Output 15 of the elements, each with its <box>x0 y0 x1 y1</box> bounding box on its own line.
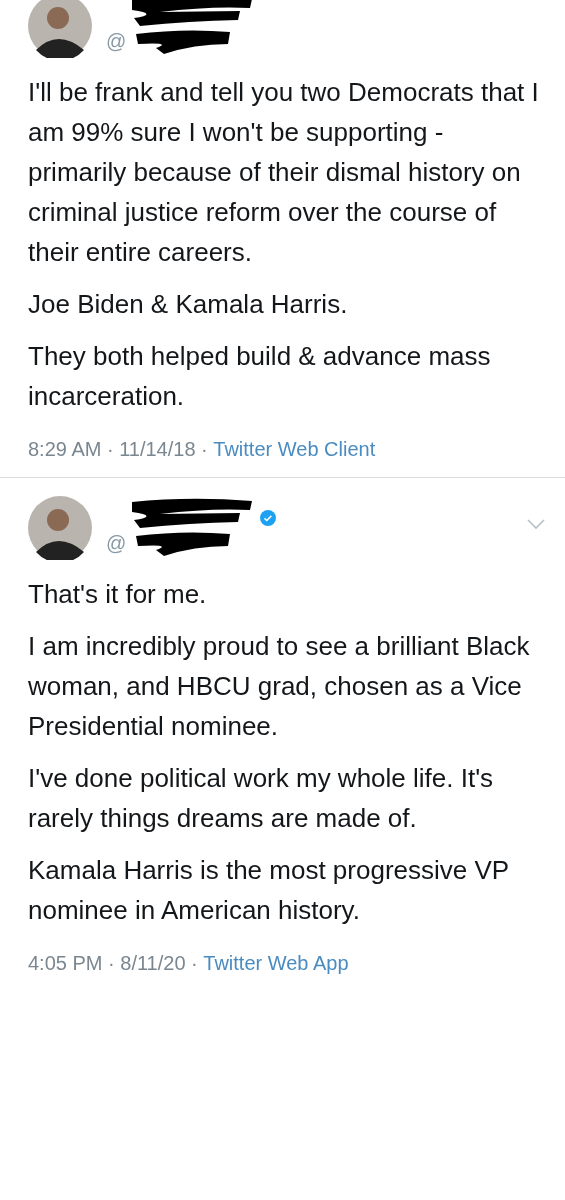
avatar-icon[interactable] <box>28 496 92 560</box>
user-handle[interactable]: @ <box>106 30 127 53</box>
tweet-timestamp: 4:05 PM · 8/11/20 · <box>28 952 199 975</box>
tweet-text: Joe Biden & Kamala Harris. <box>28 288 349 321</box>
tweet-text: I am incredibly proud to see a brilliant Black woman, and HBCU grad, chosen as a Vice Presidential nominee. <box>28 630 531 743</box>
tweet-text: Kamala Harris is the most progressive VP nominee in American history. <box>28 854 510 927</box>
source-link[interactable]: Twitter Web App <box>203 952 349 975</box>
tweet-text: I'll be frank and tell you two Democrats that I am 99% sure I won't be supporting - primarily because of their dismal history on criminal justice reform over the course of their entire careers. <box>28 76 540 269</box>
avatar-icon[interactable] <box>28 0 92 58</box>
source-link[interactable]: Twitter Web Client <box>213 438 376 461</box>
tweet-text: I've done political work my whole life. It's rarely things dreams are made of. <box>28 762 495 835</box>
tweet-text: They both helped build & advance mass incarceration. <box>28 340 492 413</box>
tweet-timestamp: 8:29 AM · 11/14/18 · <box>28 438 209 461</box>
tweet-text: That's it for me. <box>28 578 208 611</box>
user-handle[interactable]: @ <box>106 532 127 555</box>
